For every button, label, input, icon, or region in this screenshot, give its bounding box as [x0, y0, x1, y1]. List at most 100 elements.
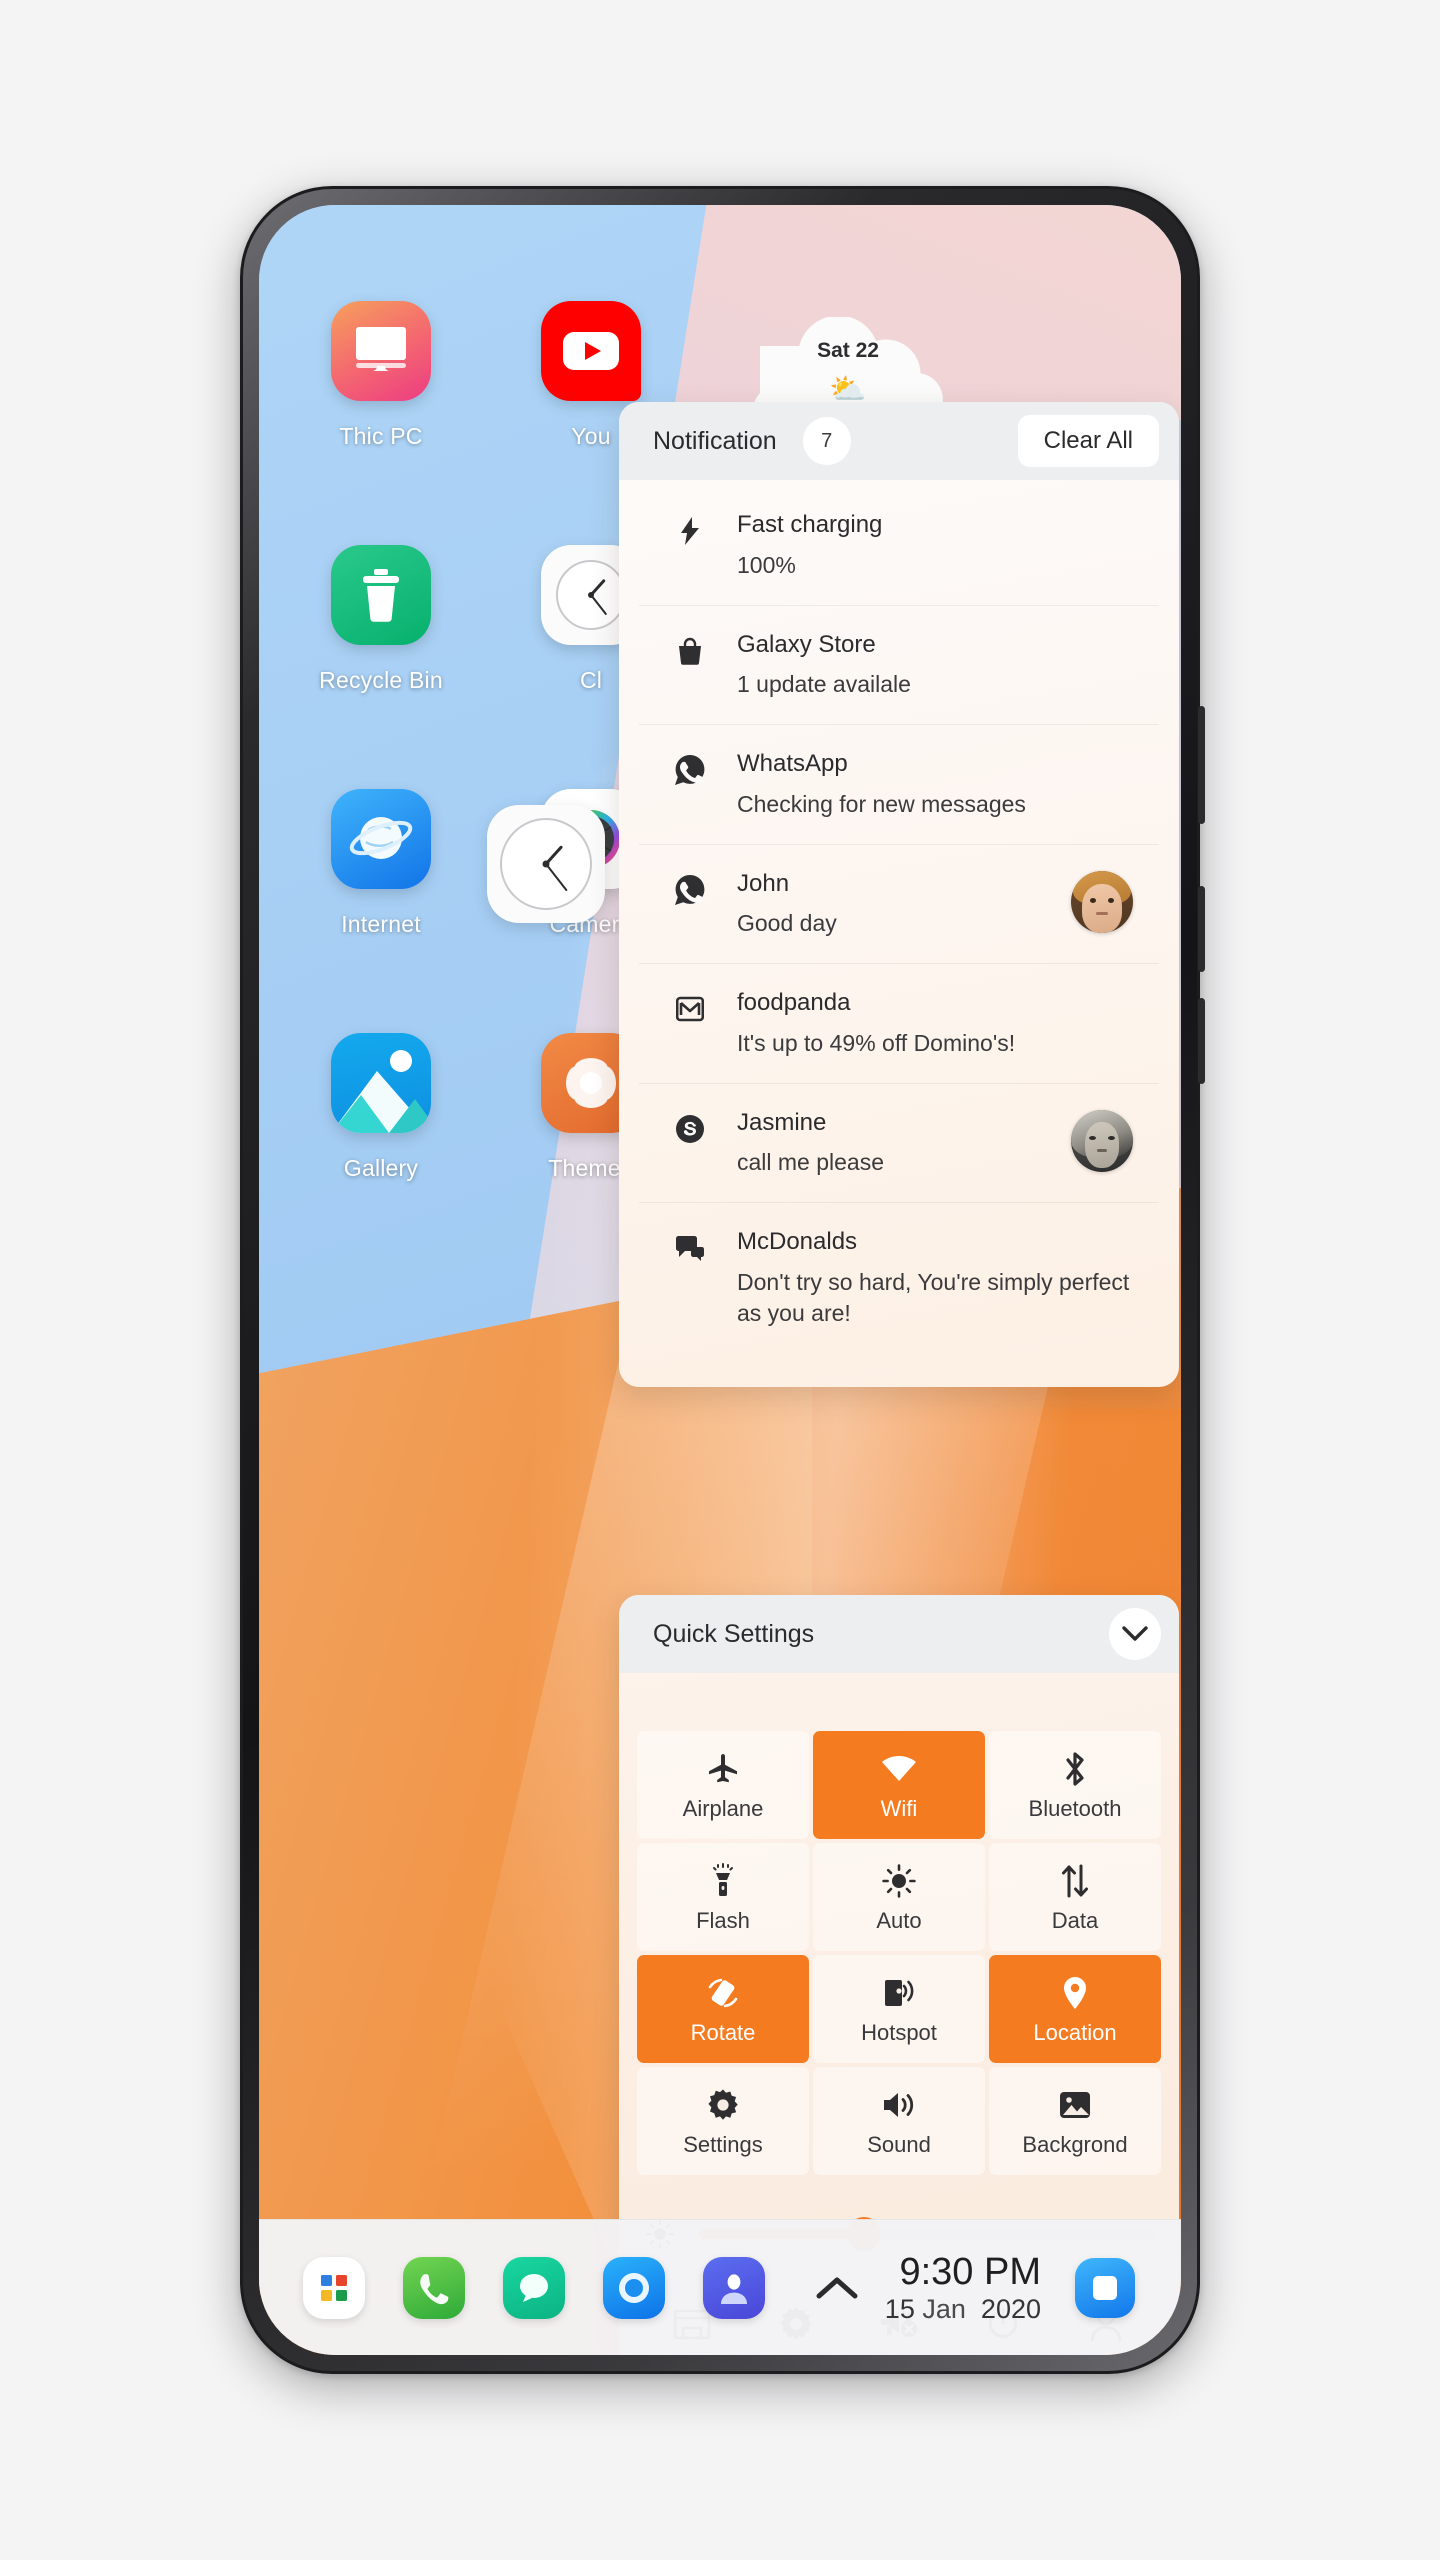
- trash-icon: [331, 545, 431, 645]
- desktop-icon-label: Internet: [341, 911, 421, 937]
- notification-item-fast-charging[interactable]: Fast charging 100%: [639, 486, 1159, 606]
- toggle-sound[interactable]: Sound: [813, 2067, 985, 2175]
- image-icon: [1058, 2084, 1092, 2126]
- toggle-label: Hotspot: [861, 2020, 937, 2045]
- phone-icon[interactable]: [403, 2256, 465, 2319]
- rotate-icon: [704, 1972, 742, 2014]
- image-icon: [331, 1033, 431, 1133]
- desktop-icon-label: Recycle Bin: [319, 667, 443, 693]
- toggle-label: Bluetooth: [1028, 1796, 1122, 1821]
- notification-text: foodpanda It's up to 49% off Domino's!: [737, 988, 1133, 1059]
- notification-item-john[interactable]: John Good day: [639, 845, 1159, 965]
- notification-count-badge: 7: [802, 417, 851, 465]
- volume-up-side-button[interactable]: [1198, 886, 1205, 972]
- chevron-down-icon[interactable]: [1109, 1608, 1161, 1660]
- notification-item-whatsapp[interactable]: WhatsApp Checking for new messages: [639, 725, 1159, 845]
- toggle-rotate[interactable]: Rotate: [637, 1955, 809, 2063]
- desktop-icon-label: Cl: [579, 667, 603, 693]
- phone-frame: Thic PC You Recycle Bin Cl Internet Came…: [240, 186, 1205, 2374]
- globe-icon: [331, 789, 431, 889]
- clock-year: 2020: [980, 2293, 1041, 2324]
- power-side-button[interactable]: [1198, 706, 1205, 824]
- quick-settings-header: Quick Settings: [619, 1595, 1179, 1673]
- hotspot-icon: [882, 1972, 916, 2014]
- notification-item-body: call me please: [737, 1149, 885, 1176]
- toggle-flash[interactable]: Flash: [637, 1843, 809, 1951]
- skype-icon: [673, 1112, 707, 1146]
- notification-item-body: Don't try so hard, You're simply perfect…: [737, 1268, 1130, 1326]
- toggle-label: Airplane: [682, 1796, 764, 1821]
- notification-item-foodpanda[interactable]: foodpanda It's up to 49% off Domino's!: [639, 964, 1159, 1084]
- avatar: [1071, 1109, 1133, 1172]
- desktop-icon-this-pc[interactable]: Thic PC: [283, 283, 479, 527]
- quick-settings-title: Quick Settings: [653, 1619, 815, 1648]
- toggle-settings[interactable]: Settings: [637, 2067, 809, 2175]
- toggle-label: Location: [1033, 2020, 1117, 2045]
- wifi-icon: [880, 1748, 918, 1790]
- notification-list: Fast charging 100% Galaxy Store 1 update…: [619, 480, 1179, 1387]
- toggle-label: Flash: [696, 1908, 750, 1933]
- clock-date-block[interactable]: 9:30 PM 15 Jan 2020: [885, 2251, 1041, 2324]
- toggle-bluetooth[interactable]: Bluetooth: [989, 1731, 1161, 1839]
- clock-month: Jan: [922, 2293, 966, 2324]
- square-icon[interactable]: [1075, 2257, 1135, 2318]
- notification-item-body: 1 update availale: [737, 671, 911, 698]
- location-pin-icon: [1062, 1972, 1088, 2014]
- desktop-icon-internet[interactable]: Internet: [283, 771, 479, 1015]
- quick-settings-toggle-grid: Airplane Wifi Bluetooth Flash Auto Data …: [619, 1673, 1179, 2175]
- notification-text: Galaxy Store 1 update availale: [737, 630, 1133, 701]
- flashlight-icon: [709, 1860, 737, 1902]
- youtube-icon: [541, 301, 641, 401]
- volume-down-side-button[interactable]: [1198, 998, 1205, 1084]
- desktop-icon-label: You: [571, 423, 611, 449]
- chat-bubbles-icon: [673, 1231, 707, 1265]
- notification-item-body: 100%: [737, 551, 796, 578]
- notification-item-mcdonalds[interactable]: McDonalds Don't try so hard, You're simp…: [639, 1203, 1159, 1352]
- toggle-label: Backgrond: [1022, 2132, 1128, 2157]
- notification-item-title: Jasmine: [737, 1108, 827, 1136]
- toggle-label: Rotate: [690, 2020, 756, 2045]
- monitor-icon: [331, 301, 431, 401]
- notification-item-body: It's up to 49% off Domino's!: [737, 1029, 1016, 1056]
- bluetooth-icon: [1062, 1748, 1088, 1790]
- desktop-icon-label: Gallery: [343, 1155, 419, 1181]
- contacts-icon[interactable]: [703, 2256, 765, 2319]
- notification-item-title: McDonalds: [737, 1228, 858, 1256]
- notification-item-body: Good day: [737, 910, 837, 937]
- desktop-icon-recycle-bin[interactable]: Recycle Bin: [283, 527, 479, 771]
- clear-all-button[interactable]: Clear All: [1017, 415, 1159, 467]
- desktop-icon-gallery[interactable]: Gallery: [283, 1015, 479, 1259]
- desktop-icon-label: Thic PC: [339, 423, 423, 449]
- system-tray: 9:30 PM 15 Jan 2020: [815, 2251, 1135, 2324]
- toggle-background[interactable]: Backgrond: [989, 2067, 1161, 2175]
- browser-icon[interactable]: [603, 2256, 665, 2319]
- toggle-wifi[interactable]: Wifi: [813, 1731, 985, 1839]
- clock-minute-hand: [545, 863, 568, 892]
- toggle-hotspot[interactable]: Hotspot: [813, 1955, 985, 2063]
- clock-center-pin: [542, 860, 550, 868]
- speaker-icon: [881, 2084, 917, 2126]
- notification-item-title: Fast charging: [737, 511, 883, 538]
- start-menu-icon[interactable]: [303, 2256, 365, 2319]
- notification-item-title: John: [737, 869, 790, 897]
- chevron-up-icon[interactable]: [815, 2274, 859, 2302]
- square-glyph: [1093, 2275, 1117, 2300]
- messages-icon[interactable]: [503, 2256, 565, 2319]
- notification-item-jasmine[interactable]: Jasmine call me please: [639, 1084, 1159, 1204]
- brightness-icon: [882, 1860, 916, 1902]
- gear-icon: [706, 2084, 740, 2126]
- clock-face: [500, 818, 592, 910]
- taskbar: 9:30 PM 15 Jan 2020: [259, 2219, 1181, 2355]
- clock-widget[interactable]: [487, 805, 605, 923]
- toggle-label: Sound: [867, 2132, 931, 2157]
- notification-item-body: Checking for new messages: [737, 790, 1026, 817]
- notification-text: Jasmine call me please: [737, 1108, 1057, 1179]
- data-arrows-icon: [1060, 1860, 1090, 1902]
- notification-item-title: foodpanda: [737, 989, 851, 1017]
- toggle-auto[interactable]: Auto: [813, 1843, 985, 1951]
- notification-item-galaxy-store[interactable]: Galaxy Store 1 update availale: [639, 606, 1159, 726]
- toggle-data[interactable]: Data: [989, 1843, 1161, 1951]
- notification-text: McDonalds Don't try so hard, You're simp…: [737, 1227, 1133, 1328]
- toggle-location[interactable]: Location: [989, 1955, 1161, 2063]
- toggle-airplane[interactable]: Airplane: [637, 1731, 809, 1839]
